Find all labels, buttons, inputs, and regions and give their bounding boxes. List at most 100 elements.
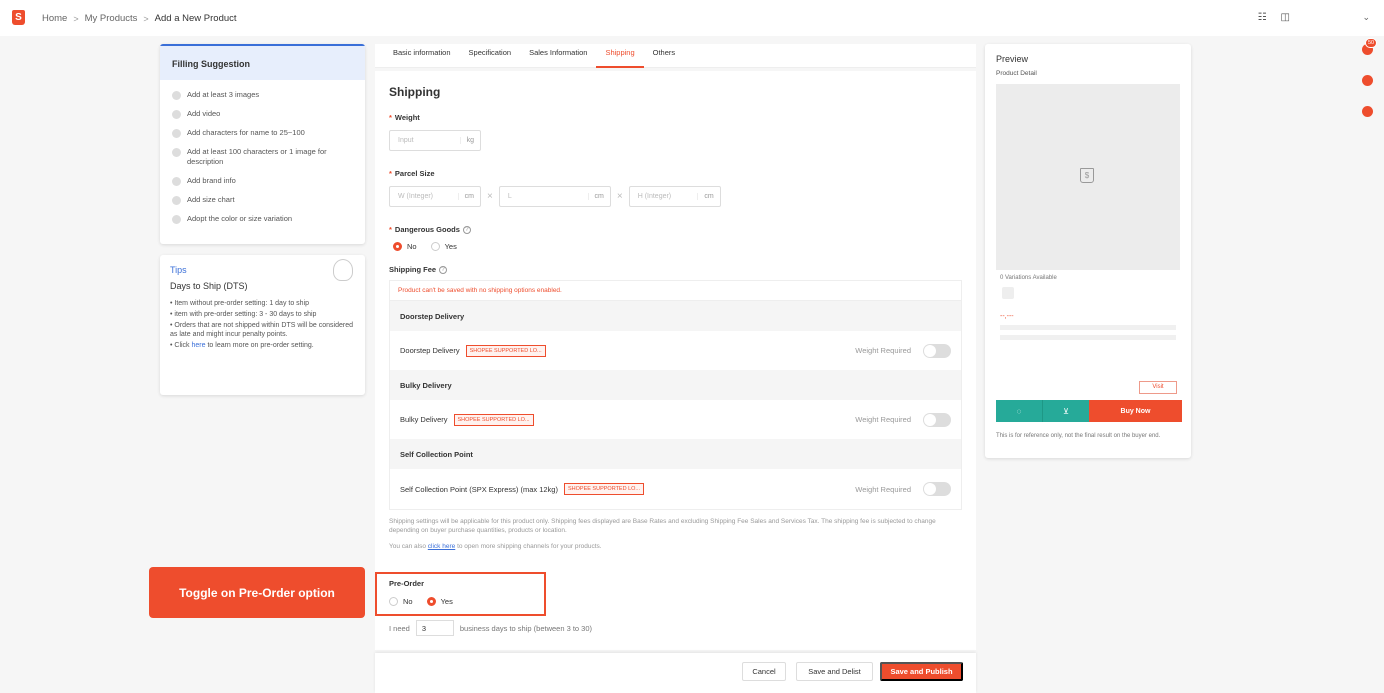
tab-specification[interactable]: Specification <box>460 44 521 68</box>
radio-label: Yes <box>440 597 453 606</box>
preview-actions: ◌ ⊻ Buy Now <box>996 400 1182 422</box>
self-collection-toggle[interactable] <box>923 482 951 496</box>
dangerous-no-radio[interactable]: No <box>393 242 417 251</box>
dangerous-yes-radio[interactable]: Yes <box>430 242 457 251</box>
chat-bubble-icon[interactable] <box>1362 106 1373 117</box>
suggestion-text: Add brand info <box>187 176 236 185</box>
width-input[interactable]: W (Integer) cm <box>389 186 481 207</box>
length-unit: cm <box>587 193 610 200</box>
channel-row-self-collection: Self Collection Point (SPX Express) (max… <box>390 469 961 509</box>
pre-order-section: Pre-Order No Yes <box>375 572 546 616</box>
required-mark: * <box>389 169 392 178</box>
pre-order-callout: Toggle on Pre-Order option <box>149 567 365 618</box>
tip-text: • Click <box>170 342 192 349</box>
tab-others[interactable]: Others <box>644 44 685 68</box>
doorstep-toggle[interactable] <box>923 343 951 358</box>
suggestion-text: Add video <box>187 109 221 118</box>
pre-order-yes-radio[interactable]: Yes <box>426 597 453 606</box>
suggestion-item: Add video <box>172 109 353 119</box>
suggestion-text: Add at least 100 characters or 1 image f… <box>187 147 327 166</box>
check-circle-icon <box>172 148 181 157</box>
question-icon[interactable]: ? <box>439 265 448 274</box>
variation-swatch <box>1002 287 1014 299</box>
question-icon[interactable]: ? <box>462 225 471 234</box>
tab-sales-information[interactable]: Sales Information <box>520 44 596 68</box>
notification-bell-icon[interactable]: 50 <box>1362 38 1378 55</box>
height-input[interactable]: H (Integer) cm <box>628 186 721 207</box>
shipping-fee-label: Shipping Fee? <box>389 265 962 274</box>
bulky-toggle[interactable] <box>923 412 951 427</box>
channel-name: Bulky Delivery <box>400 415 448 424</box>
group-head-bulky: Bulky Delivery <box>390 370 961 400</box>
top-bar: S Home > My Products > Add a New Product… <box>0 0 1384 36</box>
shopping-bag-icon: $ <box>1080 168 1094 183</box>
preview-panel: Preview Product Detail $ 0 Variations Av… <box>985 44 1191 458</box>
tip-here-link[interactable]: here <box>192 342 206 349</box>
width-placeholder: W (Integer) <box>398 193 434 200</box>
parcel-size-row: W (Integer) cm × Lcm × H (Integer) cm <box>389 186 962 207</box>
days-to-ship-input[interactable]: 3 <box>415 620 454 636</box>
channel-name: Self Collection Point (SPX Express) (max… <box>400 484 558 494</box>
weight-label: * Weight <box>389 113 962 122</box>
breadcrumb-home[interactable]: Home <box>42 13 67 24</box>
note-text: to open more shipping channels for your … <box>455 543 602 550</box>
tip-item: • Item without pre-order setting: 1 day … <box>170 300 310 307</box>
days-prefix: I need <box>389 623 410 633</box>
click-here-link[interactable]: click here <box>428 543 455 550</box>
tips-subtitle: Days to Ship (DTS) <box>170 281 248 291</box>
visit-button[interactable]: Visit <box>1139 381 1177 394</box>
height-unit: cm <box>697 193 719 200</box>
tips-title: Tips <box>170 265 187 275</box>
support-icon[interactable] <box>1362 75 1373 86</box>
suggestion-text: Add characters for name to 25~100 <box>187 128 305 137</box>
radio-label: No <box>407 242 417 251</box>
required-mark: * <box>389 113 392 122</box>
weight-unit: kg <box>459 137 480 144</box>
chevron-down-icon[interactable]: ⌄ <box>1362 12 1370 23</box>
chat-icon[interactable]: ◌ <box>996 400 1042 422</box>
parcel-size-label: * Parcel Size <box>389 169 962 178</box>
check-circle-icon <box>172 196 181 205</box>
filling-suggestion-panel: Filling Suggestion Add at least 3 images… <box>160 44 365 244</box>
note-text: You can also <box>389 543 428 550</box>
shipping-channels: Doorstep Delivery Doorstep Delivery SHOP… <box>389 300 962 510</box>
weight-placeholder: Input <box>398 137 414 144</box>
buy-now-button[interactable]: Buy Now <box>1089 400 1182 422</box>
save-and-delist-button[interactable]: Save and Delist <box>796 662 873 681</box>
check-circle-icon <box>172 215 181 224</box>
cancel-button[interactable]: Cancel <box>742 662 786 681</box>
radio-label: Yes <box>444 242 457 251</box>
shipping-form: Shipping * Weight Input kg * Parcel Size W… <box>375 71 976 650</box>
tab-shipping[interactable]: Shipping <box>596 44 644 68</box>
suggestion-item: Add at least 100 characters or 1 image f… <box>172 147 353 167</box>
suggestion-text: Add at least 3 images <box>187 90 260 99</box>
width-unit: cm <box>457 193 480 200</box>
preview-note: This is for reference only, not the fina… <box>996 433 1161 439</box>
shopee-logo-icon[interactable]: S <box>12 10 25 25</box>
tab-basic-information[interactable]: Basic information <box>384 44 460 68</box>
multiply-icon: × <box>487 191 493 202</box>
notification-badge: 50 <box>1365 38 1378 48</box>
apps-icon[interactable]: ☷ <box>1258 12 1267 23</box>
check-circle-icon <box>172 129 181 138</box>
channel-row-doorstep: Doorstep Delivery SHOPEE SUPPORTED LO...… <box>390 331 961 370</box>
weight-input[interactable]: Input kg <box>389 130 481 151</box>
chevron-right-icon: > <box>73 13 79 24</box>
shipping-title: Shipping <box>389 85 441 99</box>
preview-image: $ <box>996 84 1180 270</box>
weight-required-text: Weight Required <box>855 415 911 424</box>
book-icon[interactable]: ◫ <box>1281 12 1290 23</box>
shipping-fee-warning: Product can't be saved with no shipping … <box>389 280 962 300</box>
save-and-publish-button[interactable]: Save and Publish <box>880 662 963 681</box>
placeholder-bar <box>1000 335 1176 340</box>
length-input[interactable]: Lcm <box>498 186 611 207</box>
pre-order-no-radio[interactable]: No <box>389 597 413 606</box>
radio-empty-icon <box>430 242 440 251</box>
required-mark: * <box>389 225 392 234</box>
cart-icon[interactable]: ⊻ <box>1042 400 1089 422</box>
supported-tag: SHOPEE SUPPORTED LO... <box>453 413 534 426</box>
suggestion-item: Add brand info <box>172 176 353 186</box>
right-rail: 50 <box>1362 38 1378 117</box>
breadcrumb-my-products[interactable]: My Products <box>85 13 138 24</box>
placeholder-bar <box>1000 325 1176 330</box>
